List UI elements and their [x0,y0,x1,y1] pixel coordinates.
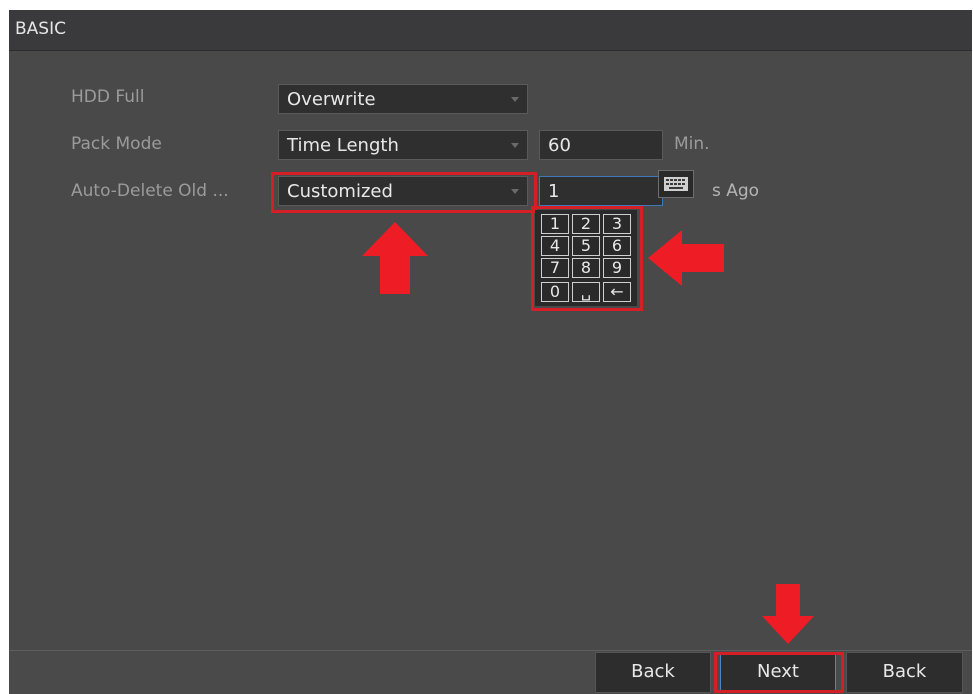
auto-delete-label: Auto-Delete Old ... [71,181,229,201]
highlight-box-keypad [531,206,643,311]
keyboard-icon[interactable] [658,170,694,198]
chevron-down-icon [511,97,519,102]
back-button-2[interactable]: Back [846,652,963,693]
pack-mode-label: Pack Mode [71,134,162,154]
red-arrow-left-icon [648,230,724,286]
window-title: BASIC [15,19,66,39]
red-arrow-down-icon [762,584,814,644]
red-arrow-up-icon [362,222,428,294]
hdd-full-label: HDD Full [71,87,145,107]
highlight-box-next [714,652,844,693]
hdd-full-select[interactable]: Overwrite [278,84,528,114]
highlight-box-select [271,172,537,213]
pack-mode-length-value: 60 [548,135,571,156]
auto-delete-days-input[interactable]: 1 [539,176,663,206]
pack-mode-unit: Min. [674,134,710,154]
title-bar: BASIC [9,10,972,51]
hdd-full-value: Overwrite [287,89,376,110]
pack-mode-length-input[interactable]: 60 [539,130,663,160]
pack-mode-value: Time Length [287,135,399,156]
auto-delete-days-value: 1 [548,181,560,202]
back-button[interactable]: Back [595,652,711,693]
chevron-down-icon [511,143,519,148]
pack-mode-select[interactable]: Time Length [278,130,528,160]
auto-delete-unit: s Ago [712,181,760,201]
